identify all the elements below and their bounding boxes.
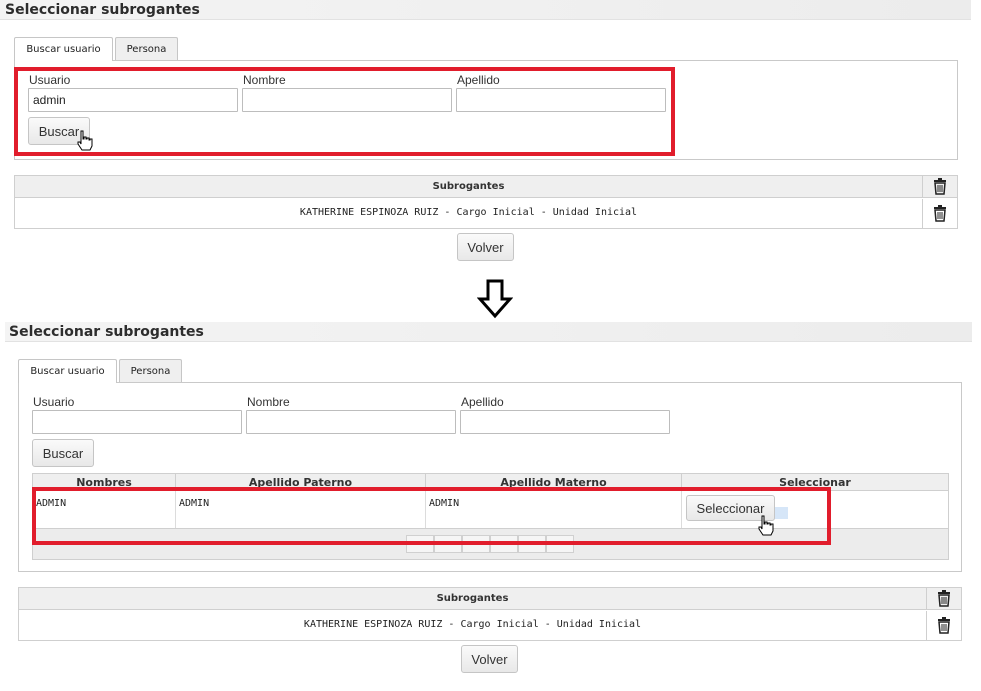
results-grid: Nombres Apellido Paterno Apellido Matern… — [32, 473, 949, 560]
grid-pager — [33, 528, 948, 559]
nombre-input[interactable] — [246, 410, 456, 434]
row-delete-button[interactable] — [926, 611, 961, 640]
col-header-apellido-materno[interactable]: Apellido Materno — [426, 474, 682, 491]
top-tab-buscar-usuario[interactable]: Buscar usuario — [14, 37, 113, 61]
pager-next-button[interactable] — [490, 535, 518, 553]
bottom-page-title: Seleccionar subrogantes — [9, 324, 204, 340]
hand-pointer-icon — [758, 515, 774, 536]
volver-button[interactable]: Volver — [461, 645, 518, 673]
cell-apellido-materno: ADMIN — [426, 491, 682, 528]
usuario-input[interactable] — [32, 410, 242, 434]
apellido-label: Apellido — [457, 73, 500, 87]
usuario-input[interactable] — [28, 88, 238, 112]
bottom-tab-persona[interactable]: Persona — [119, 359, 182, 382]
apellido-label: Apellido — [461, 395, 504, 409]
usuario-label: Usuario — [33, 395, 75, 409]
bottom-tab-buscar-usuario[interactable]: Buscar usuario — [18, 359, 117, 383]
top-page-title: Seleccionar subrogantes — [5, 2, 200, 18]
nombre-label: Nombre — [243, 73, 286, 87]
col-header-apellido-paterno[interactable]: Apellido Paterno — [176, 474, 426, 491]
nombre-label: Nombre — [247, 395, 290, 409]
volver-button[interactable]: Volver — [457, 233, 514, 261]
top-tab-persona[interactable]: Persona — [115, 37, 178, 60]
subrogante-row: KATHERINE ESPINOZA RUIZ - Cargo Inicial … — [303, 619, 642, 630]
pager-page-input[interactable] — [462, 535, 490, 553]
down-arrow-icon — [477, 279, 513, 319]
trash-icon — [938, 590, 950, 607]
pager-size-select[interactable] — [546, 535, 574, 553]
subrogante-row: KATHERINE ESPINOZA RUIZ - Cargo Inicial … — [299, 207, 638, 218]
pager-first-button[interactable] — [406, 535, 434, 553]
cell-apellido-paterno: ADMIN — [176, 491, 426, 528]
header-delete-all[interactable] — [922, 176, 957, 198]
subrogantes-header: Subrogantes — [15, 176, 922, 198]
bottom-search-form: Usuario Nombre Apellido Buscar Nombres A… — [18, 382, 962, 572]
cell-seleccionar: Seleccionar — [682, 491, 948, 528]
top-subrogantes-table: Subrogantes KATHERINE ESPINOZA RUIZ - Ca… — [14, 175, 958, 229]
top-search-form: Usuario Nombre Apellido Buscar — [14, 60, 958, 160]
pager-prev-button[interactable] — [434, 535, 462, 553]
row-delete-button[interactable] — [922, 199, 957, 228]
subrogantes-header: Subrogantes — [19, 588, 926, 610]
header-delete-all[interactable] — [926, 588, 961, 610]
pager-last-button[interactable] — [518, 535, 546, 553]
trash-icon — [934, 205, 946, 222]
trash-icon — [938, 617, 950, 634]
apellido-input[interactable] — [460, 410, 670, 434]
nombre-input[interactable] — [242, 88, 452, 112]
hand-pointer-icon — [77, 130, 93, 151]
bottom-subrogantes-table: Subrogantes KATHERINE ESPINOZA RUIZ - Ca… — [18, 587, 962, 641]
trash-icon — [934, 178, 946, 195]
apellido-input[interactable] — [456, 88, 666, 112]
buscar-button[interactable]: Buscar — [32, 439, 94, 467]
usuario-label: Usuario — [29, 73, 71, 87]
cell-nombres: ADMIN — [33, 491, 176, 528]
col-header-seleccionar: Seleccionar — [682, 474, 948, 491]
col-header-nombres[interactable]: Nombres — [33, 474, 176, 491]
